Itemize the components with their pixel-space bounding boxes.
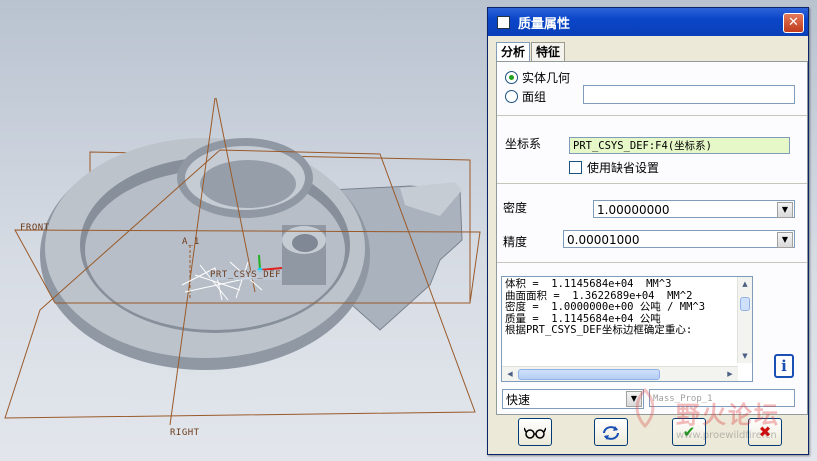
accuracy-field[interactable]: 0.00001000 ▼ [563,230,795,248]
separator [497,183,807,184]
result-line: 根据PRT_CSYS_DEF坐标边框确定重心: [505,324,693,336]
scroll-left-icon[interactable]: ◀ [504,368,516,380]
vertical-scrollbar[interactable]: ▲ ▼ [737,277,752,363]
radio-icon[interactable] [505,90,518,103]
glasses-icon [523,427,547,439]
csys-label: 坐标系 [505,137,542,151]
separator [497,115,807,116]
part-model-graphic [4,97,481,426]
right-plane-label: RIGHT [170,428,200,438]
result-line: 密度 = 1.0000000e+00 公吨 / MM^3 [505,301,706,313]
calculation-mode-select[interactable]: 快速 ▼ [502,389,644,409]
horizontal-scroll-thumb[interactable] [518,369,660,380]
density-value: 1.00000000 [597,203,670,217]
tab-strip: 分析 特征 [496,42,566,64]
use-default-label: 使用缺省设置 [587,161,660,175]
dialog-titlebar[interactable]: 质量属性 ✕ [488,8,808,36]
close-button[interactable]: ✕ [783,13,804,33]
dropdown-arrow-icon[interactable]: ▼ [777,202,793,218]
repeat-button[interactable] [594,418,628,446]
radio-icon[interactable] [505,71,518,84]
separator [497,262,807,263]
watermark-logo [630,387,660,429]
csys-field[interactable]: PRT_CSYS_DEF:F4(坐标系) [569,137,790,154]
watermark-text: 野火论坛 [676,401,780,429]
use-default-checkbox[interactable]: 使用缺省设置 [569,159,659,176]
dropdown-arrow-icon[interactable]: ▼ [777,232,793,248]
tab-feature[interactable]: 特征 [531,42,566,62]
repeat-icon [603,425,619,440]
quilt-label: 面组 [522,90,547,104]
solid-geometry-option[interactable]: 实体几何 [505,69,570,86]
model-viewport[interactable]: FRONT RIGHT A_1 PRT_CSYS_DEF [0,0,490,461]
results-text-area[interactable]: 体积 = 1.1145684e+04 MM^3 曲面面积 = 1.3622689… [501,276,753,382]
scroll-up-icon[interactable]: ▲ [739,278,751,290]
quilt-field[interactable] [583,85,795,104]
window-icon [497,15,510,29]
density-field[interactable]: 1.00000000 ▼ [593,200,795,218]
vertical-scroll-thumb[interactable] [740,297,750,311]
scroll-down-icon[interactable]: ▼ [739,350,751,362]
csys-label: PRT_CSYS_DEF [210,270,282,280]
info-icon[interactable]: i [774,354,794,378]
watermark-url: www.proewildfire.cn [676,430,777,441]
checkbox-icon[interactable] [569,161,582,174]
density-label: 密度 [503,201,528,215]
horizontal-scrollbar[interactable]: ◀ ▶ [502,366,738,381]
analysis-panel: 实体几何 面组 坐标系 PRT_CSYS_DEF:F4(坐标系) 使用缺省设置 … [496,61,808,415]
accuracy-label: 精度 [503,235,528,249]
glasses-button[interactable] [518,418,552,446]
front-plane-label: FRONT [20,223,50,233]
dialog-title: 质量属性 [518,16,571,32]
axis-label: A_1 [182,237,200,247]
result-line: 体积 = 1.1145684e+04 MM^3 [505,278,672,290]
quilt-option[interactable]: 面组 [505,88,546,105]
scroll-right-icon[interactable]: ▶ [724,368,736,380]
accuracy-value: 0.00001000 [567,233,640,247]
solid-geometry-label: 实体几何 [522,71,571,85]
calculation-mode-value: 快速 [506,393,531,407]
